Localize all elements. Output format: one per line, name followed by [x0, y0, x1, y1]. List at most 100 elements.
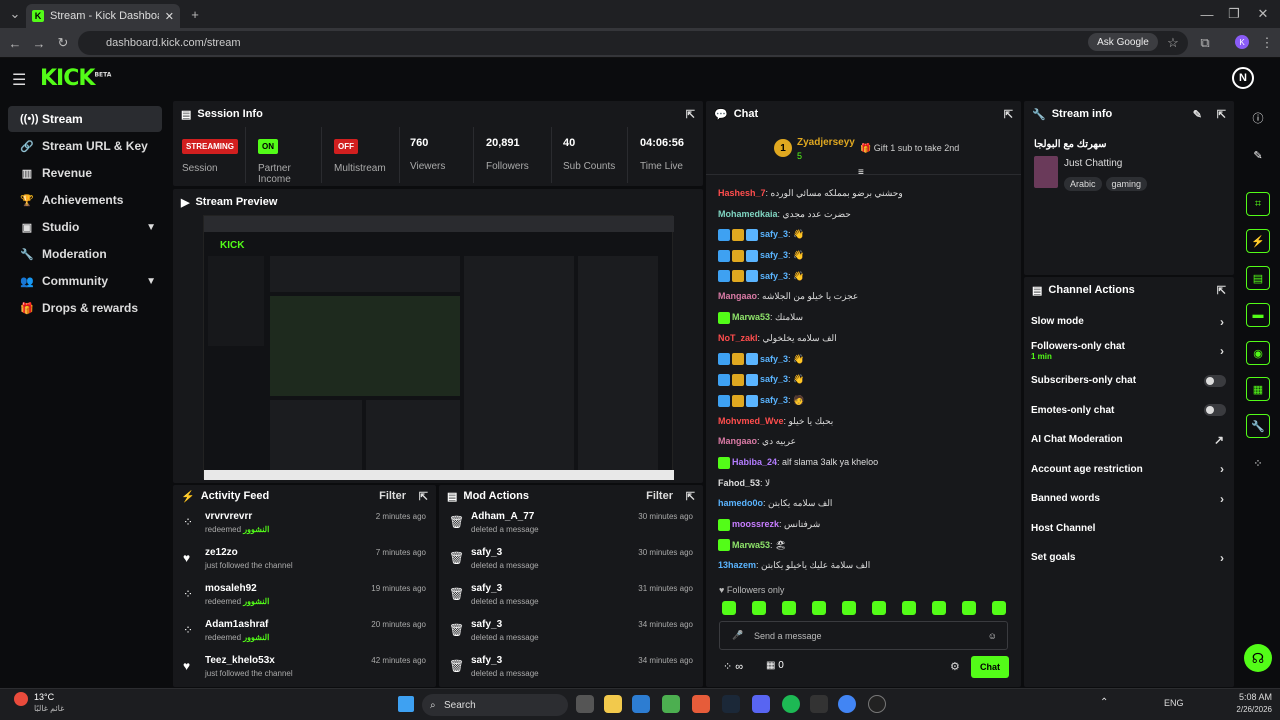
popout-icon[interactable]: ⇱ — [686, 108, 695, 121]
new-tab-icon[interactable]: + — [186, 5, 204, 23]
browser-tab[interactable]: K Stream - Kick Dashboard ✕ — [26, 4, 180, 28]
emote-icon[interactable] — [992, 601, 1006, 615]
weather-temp[interactable]: 13°C — [34, 692, 54, 702]
chat-username[interactable]: Marwa53 — [732, 312, 770, 322]
spotify-icon[interactable] — [782, 695, 800, 713]
channel-action-item[interactable]: Subscribers-only chat — [1024, 366, 1234, 396]
emote-icon[interactable] — [932, 601, 946, 615]
windows-start-icon[interactable] — [398, 696, 414, 712]
app-icon[interactable] — [868, 695, 886, 713]
users-count[interactable]: ⁘ ∞ — [723, 660, 743, 673]
channel-action-item[interactable]: Followers-only chat 1 min › — [1024, 337, 1234, 367]
tray-chevron-icon[interactable]: ⌃ — [1100, 697, 1108, 708]
hamburger-menu-icon[interactable]: ☰ — [12, 70, 26, 90]
chat-username[interactable]: Habiba_24 — [732, 457, 777, 467]
task-view-icon[interactable] — [576, 695, 594, 713]
mod-action-row[interactable]: 🗑 safy_3 deleted a message 31 minutes ago — [439, 579, 703, 615]
chrome-icon[interactable] — [838, 695, 856, 713]
tag[interactable]: Arabic — [1064, 177, 1102, 191]
channel-action-item[interactable]: AI Chat Moderation ↗ — [1024, 425, 1234, 455]
language-indicator[interactable]: ENG — [1164, 698, 1184, 708]
app-icon[interactable] — [662, 695, 680, 713]
emote-icon[interactable] — [962, 601, 976, 615]
chat-message[interactable]: Marwa53: سلامتك — [718, 307, 1018, 328]
steam-icon[interactable] — [722, 695, 740, 713]
forward-icon[interactable]: → — [30, 34, 48, 52]
close-tab-icon[interactable]: ✕ — [165, 10, 174, 23]
popout-icon[interactable]: ⇱ — [419, 490, 428, 503]
chat-username[interactable]: 13hazem — [718, 560, 756, 570]
chat-username[interactable]: moossrezk — [732, 519, 779, 529]
gifts-count[interactable]: ▦ 0 — [766, 660, 784, 671]
chat-message[interactable]: Mangaao: عربيه دي — [718, 431, 1018, 452]
chat-username[interactable]: Mangaao — [718, 436, 757, 446]
chat-username[interactable]: hamedo0o — [718, 498, 763, 508]
chat-message[interactable]: hamedo0o: الف سلامه يكابتن — [718, 493, 1018, 514]
top-gifter-name[interactable]: Zyadjerseyy — [797, 137, 855, 148]
channel-action-item[interactable]: Slow mode › — [1024, 307, 1234, 337]
chat-message[interactable]: safy_3: 👋 — [718, 349, 1018, 370]
mic-icon[interactable]: 🎤 — [732, 630, 743, 641]
activity-row[interactable]: ⁘ Adam1ashraf redeemed النشوور 20 minutes a… — [173, 615, 436, 651]
emote-icon[interactable] — [722, 601, 736, 615]
bookmark-star-icon[interactable]: ☆ — [1164, 34, 1182, 52]
mod-action-row[interactable]: 🗑 Adham_A_77 deleted a message 30 minutes a… — [439, 507, 703, 543]
gift-sub-link[interactable]: 🎁 Gift 1 sub to take 2nd — [860, 143, 959, 154]
chat-username[interactable]: Marwa53 — [732, 540, 770, 550]
sidebar-item-stream[interactable]: ((•)) Stream — [8, 106, 162, 132]
sidebar-item-revenue[interactable]: ▥ Revenue — [8, 160, 162, 186]
emote-icon[interactable] — [902, 601, 916, 615]
emote-icon[interactable] — [842, 601, 856, 615]
channel-action-item[interactable]: Emotes-only chat — [1024, 396, 1234, 426]
sidebar-item-stream-url-key[interactable]: 🔗 Stream URL & Key — [8, 133, 162, 159]
channel-action-item[interactable]: Banned words › — [1024, 484, 1234, 514]
channel-action-item[interactable]: Host Channel — [1024, 514, 1234, 544]
restore-icon[interactable]: ❐ — [1225, 5, 1243, 23]
toggle-switch[interactable] — [1204, 404, 1226, 417]
chat-message[interactable]: Hashesh_7: وحشني برضو بمملكه مسائي الورد… — [718, 183, 1018, 204]
close-window-icon[interactable]: ✕ — [1254, 5, 1272, 23]
chat-username[interactable]: Fahod_53 — [718, 478, 760, 488]
filter-button[interactable]: Filter — [646, 490, 673, 502]
discord-icon[interactable] — [752, 695, 770, 713]
wrench-icon[interactable]: 🔧 — [1246, 414, 1270, 438]
lightning-icon[interactable]: ⚡ — [1246, 229, 1270, 253]
channel-action-item[interactable]: Account age restriction › — [1024, 455, 1234, 485]
app-icon[interactable] — [810, 695, 828, 713]
chat-message[interactable]: safy_3: 👋 — [718, 245, 1018, 266]
channel-action-item[interactable]: Set goals › — [1024, 543, 1234, 573]
taskbar-search[interactable]: ⌕ Search — [422, 694, 568, 716]
collapse-icon[interactable]: ≡ — [858, 167, 864, 178]
mod-action-row[interactable]: 🗑 safy_3 deleted a message 34 minutes ago — [439, 615, 703, 651]
chat-message[interactable]: Marwa53: 🏖 — [718, 535, 1018, 556]
chat-username[interactable]: Mangaao — [718, 291, 757, 301]
activity-row[interactable]: ⁘ vrvrvrevrr redeemed النشوور 2 minutes ago — [173, 507, 436, 543]
popout-icon[interactable]: ⇱ — [1217, 108, 1226, 121]
stream-preview-video[interactable]: KICK — [203, 215, 674, 480]
support-headset-icon[interactable]: ☊ — [1244, 644, 1272, 672]
popout-icon[interactable]: ⇱ — [1217, 284, 1226, 297]
chat-message[interactable]: Mohvmed_Wve: بحبك يا خيلو — [718, 411, 1018, 432]
chat-username[interactable]: Mohamedkaia — [718, 209, 778, 219]
profile-avatar[interactable]: K — [1235, 35, 1249, 49]
chat-username[interactable]: safy_3 — [760, 374, 788, 384]
chat-username[interactable]: safy_3 — [760, 354, 788, 364]
ask-google-button[interactable]: Ask Google — [1088, 33, 1158, 51]
activity-row[interactable]: ♥ Teez_khelo53x just followed the channel 4… — [173, 651, 436, 687]
url-input[interactable]: dashboard.kick.com/stream — [78, 31, 1188, 55]
layout-icon[interactable]: ▦ — [1246, 377, 1270, 401]
store-icon[interactable] — [632, 695, 650, 713]
chat-bubble-icon[interactable]: ▬ — [1246, 303, 1270, 327]
chat-message[interactable]: Fahod_53: لا — [718, 473, 1018, 494]
popout-icon[interactable]: ⇱ — [686, 490, 695, 503]
user-avatar[interactable]: N — [1232, 67, 1254, 89]
emote-icon[interactable] — [782, 601, 796, 615]
emoji-icon[interactable]: ☺ — [988, 631, 997, 641]
chat-message[interactable]: Habiba_24: alf slama 3alk ya kheloo — [718, 452, 1018, 473]
app-icon[interactable] — [692, 695, 710, 713]
chat-settings-icon[interactable]: ⚙ — [950, 660, 960, 673]
chat-message[interactable]: safy_3: 👋 — [718, 224, 1018, 245]
chat-username[interactable]: NoT_zakI — [718, 333, 758, 343]
tab-list-icon[interactable]: ⌄ — [6, 5, 24, 23]
emote-icon[interactable] — [752, 601, 766, 615]
